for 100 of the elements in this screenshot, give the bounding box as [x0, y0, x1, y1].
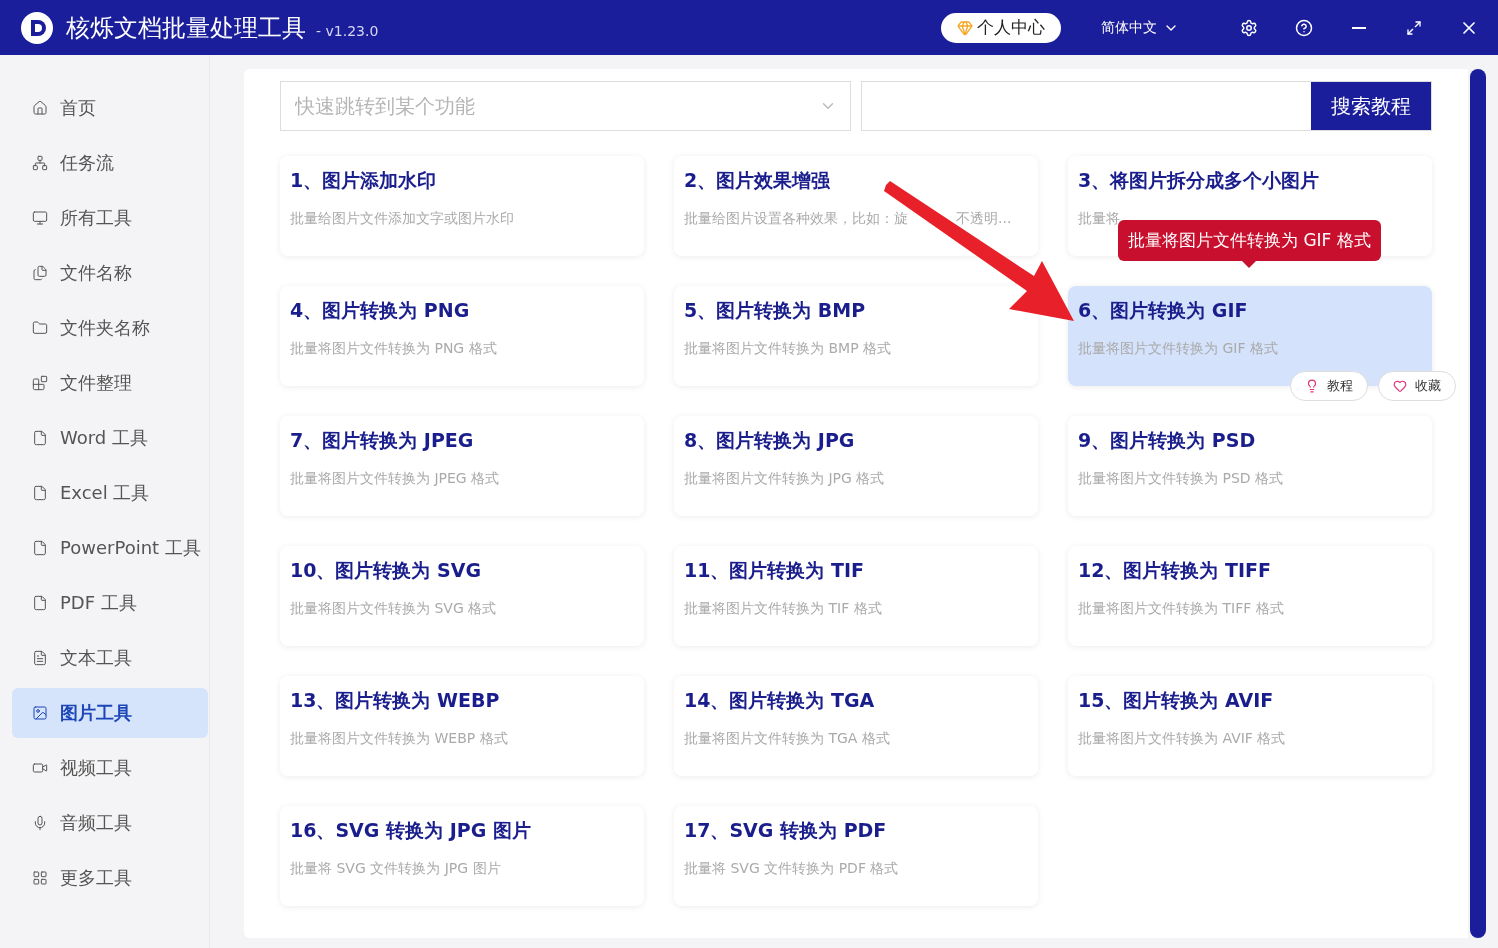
card-title: 1、图片添加水印	[290, 168, 438, 193]
card-title: 6、图片转换为 GIF	[1078, 298, 1249, 323]
sidebar-item[interactable]: Word 工具	[12, 413, 208, 463]
card-title: 5、图片转换为 BMP	[684, 298, 867, 323]
minimize-icon	[1352, 26, 1366, 29]
tool-card[interactable]: 2、图片效果增强 批量给图片设置各种效果，比如：旋 不透明...	[674, 156, 1038, 256]
folder-icon	[32, 320, 48, 336]
tool-card[interactable]: 13、图片转换为 WEBP 批量将图片文件转换为 WEBP 格式	[280, 676, 644, 776]
user-center-button[interactable]: 个人中心	[941, 12, 1061, 43]
card-title: 14、图片转换为 TGA	[684, 688, 876, 713]
card-description: 批量将图片文件转换为 PSD 格式	[1078, 470, 1283, 488]
monitor-icon	[32, 210, 48, 226]
card-title: 11、图片转换为 TIF	[684, 558, 866, 583]
card-title: 15、图片转换为 AVIF	[1078, 688, 1275, 713]
search-tutorial-button[interactable]: 搜索教程	[1311, 82, 1431, 130]
sidebar-item[interactable]: 更多工具	[12, 853, 208, 903]
help-icon	[1295, 18, 1313, 37]
tool-card[interactable]: 16、SVG 转换为 JPG 图片 批量将 SVG 文件转换为 JPG 图片	[280, 806, 644, 906]
card-description: 批量给图片设置各种效果，比如：旋	[684, 210, 908, 228]
card-title: 16、SVG 转换为 JPG 图片	[290, 818, 532, 843]
card-title: 2、图片效果增强	[684, 168, 832, 193]
card-description: 批量将 SVG 文件转换为 JPG 图片	[290, 860, 501, 878]
sidebar-item[interactable]: 音频工具	[12, 798, 208, 848]
text-file-icon	[32, 650, 48, 666]
card-title: 4、图片转换为 PNG	[290, 298, 471, 323]
lightbulb-icon	[1305, 379, 1319, 393]
card-description: 批量将图片文件转换为 TIFF 格式	[1078, 600, 1284, 618]
card-description: 批量将	[1078, 210, 1120, 228]
tool-card[interactable]: 7、图片转换为 JPEG 批量将图片文件转换为 JPEG 格式	[280, 416, 644, 516]
sidebar-item[interactable]: 图片工具	[12, 688, 208, 738]
favorite-button[interactable]: 收藏	[1378, 371, 1456, 401]
card-description: 批量将图片文件转换为 TIF 格式	[684, 600, 882, 618]
tool-card[interactable]: 4、图片转换为 PNG 批量将图片文件转换为 PNG 格式	[280, 286, 644, 386]
document-icon	[32, 485, 48, 501]
sidebar-item[interactable]: 首页	[12, 83, 208, 133]
card-description: 不透明...	[956, 210, 1012, 228]
image-icon	[32, 705, 48, 721]
tutorial-button[interactable]: 教程	[1290, 371, 1368, 401]
tool-card[interactable]: 10、图片转换为 SVG 批量将图片文件转换为 SVG 格式	[280, 546, 644, 646]
maximize-icon	[1406, 19, 1422, 36]
grid-icon	[32, 870, 48, 886]
sidebar-item[interactable]: 所有工具	[12, 193, 208, 243]
card-description: 批量将 SVG 文件转换为 PDF 格式	[684, 860, 899, 878]
sidebar-item[interactable]: 任务流	[12, 138, 208, 188]
scrollbar[interactable]	[1470, 69, 1486, 938]
tooltip-pointer	[1242, 261, 1257, 268]
card-title: 12、图片转换为 TIFF	[1078, 558, 1273, 583]
settings-icon	[1240, 18, 1258, 37]
logo-icon	[20, 10, 54, 45]
tool-card[interactable]: 14、图片转换为 TGA 批量将图片文件转换为 TGA 格式	[674, 676, 1038, 776]
card-title: 13、图片转换为 WEBP	[290, 688, 501, 713]
card-description: 批量将图片文件转换为 GIF 格式	[1078, 340, 1278, 358]
version-label: - v1.23.0	[316, 22, 379, 39]
tool-card[interactable]: 12、图片转换为 TIFF 批量将图片文件转换为 TIFF 格式	[1068, 546, 1432, 646]
flow-icon	[32, 155, 48, 171]
card-description: 批量将图片文件转换为 WEBP 格式	[290, 730, 508, 748]
heart-icon	[1393, 379, 1407, 393]
files-icon	[32, 265, 48, 281]
jump-dropdown[interactable]: 快速跳转到某个功能	[280, 81, 851, 131]
sidebar-item[interactable]: 视频工具	[12, 743, 208, 793]
language-selector[interactable]: 简体中文	[1095, 17, 1185, 38]
tool-card[interactable]: 5、图片转换为 BMP 批量将图片文件转换为 BMP 格式	[674, 286, 1038, 386]
card-title: 3、将图片拆分成多个小图片	[1078, 168, 1321, 193]
sidebar-item[interactable]: PowerPoint 工具	[12, 523, 208, 573]
card-description: 批量将图片文件转换为 SVG 格式	[290, 600, 497, 618]
card-description: 批量将图片文件转换为 BMP 格式	[684, 340, 892, 358]
tool-card[interactable]: 15、图片转换为 AVIF 批量将图片文件转换为 AVIF 格式	[1068, 676, 1432, 776]
blocks-icon	[32, 375, 48, 391]
search-field[interactable]: 搜索教程	[861, 81, 1432, 131]
sidebar-item[interactable]: 文件整理	[12, 358, 208, 408]
tooltip: 批量将图片文件转换为 GIF 格式	[1118, 220, 1381, 261]
card-title: 8、图片转换为 JPG	[684, 428, 856, 453]
sidebar-item[interactable]: Excel 工具	[12, 468, 208, 518]
home-icon	[32, 100, 48, 116]
app-title: 核烁文档批量处理工具	[66, 12, 306, 44]
document-icon	[32, 595, 48, 611]
card-description: 批量将图片文件转换为 JPEG 格式	[290, 470, 500, 488]
card-description: 批量将图片文件转换为 TGA 格式	[684, 730, 890, 748]
tool-card[interactable]: 17、SVG 转换为 PDF 批量将 SVG 文件转换为 PDF 格式	[674, 806, 1038, 906]
tool-card[interactable]: 8、图片转换为 JPG 批量将图片文件转换为 JPG 格式	[674, 416, 1038, 516]
card-description: 批量给图片文件添加文字或图片水印	[290, 210, 514, 228]
card-title: 10、图片转换为 SVG	[290, 558, 483, 583]
card-title: 9、图片转换为 PSD	[1078, 428, 1257, 453]
sidebar-item[interactable]: 文本工具	[12, 633, 208, 683]
sidebar-item[interactable]: 文件名称	[12, 248, 208, 298]
microphone-icon	[32, 815, 48, 831]
sidebar-item[interactable]: 文件夹名称	[12, 303, 208, 353]
sidebar-item[interactable]: PDF 工具	[12, 578, 208, 628]
diamond-icon	[957, 19, 973, 36]
tool-card[interactable]: 9、图片转换为 PSD 批量将图片文件转换为 PSD 格式	[1068, 416, 1432, 516]
video-icon	[32, 760, 48, 776]
card-title: 17、SVG 转换为 PDF	[684, 818, 888, 843]
card-description: 批量将图片文件转换为 AVIF 格式	[1078, 730, 1286, 748]
card-description: 批量将图片文件转换为 JPG 格式	[684, 470, 885, 488]
document-icon	[32, 430, 48, 446]
card-description: 批量将图片文件转换为 PNG 格式	[290, 340, 497, 358]
document-icon	[32, 540, 48, 556]
card-title: 7、图片转换为 JPEG	[290, 428, 475, 453]
tool-card[interactable]: 1、图片添加水印 批量给图片文件添加文字或图片水印	[280, 156, 644, 256]
tool-card[interactable]: 11、图片转换为 TIF 批量将图片文件转换为 TIF 格式	[674, 546, 1038, 646]
